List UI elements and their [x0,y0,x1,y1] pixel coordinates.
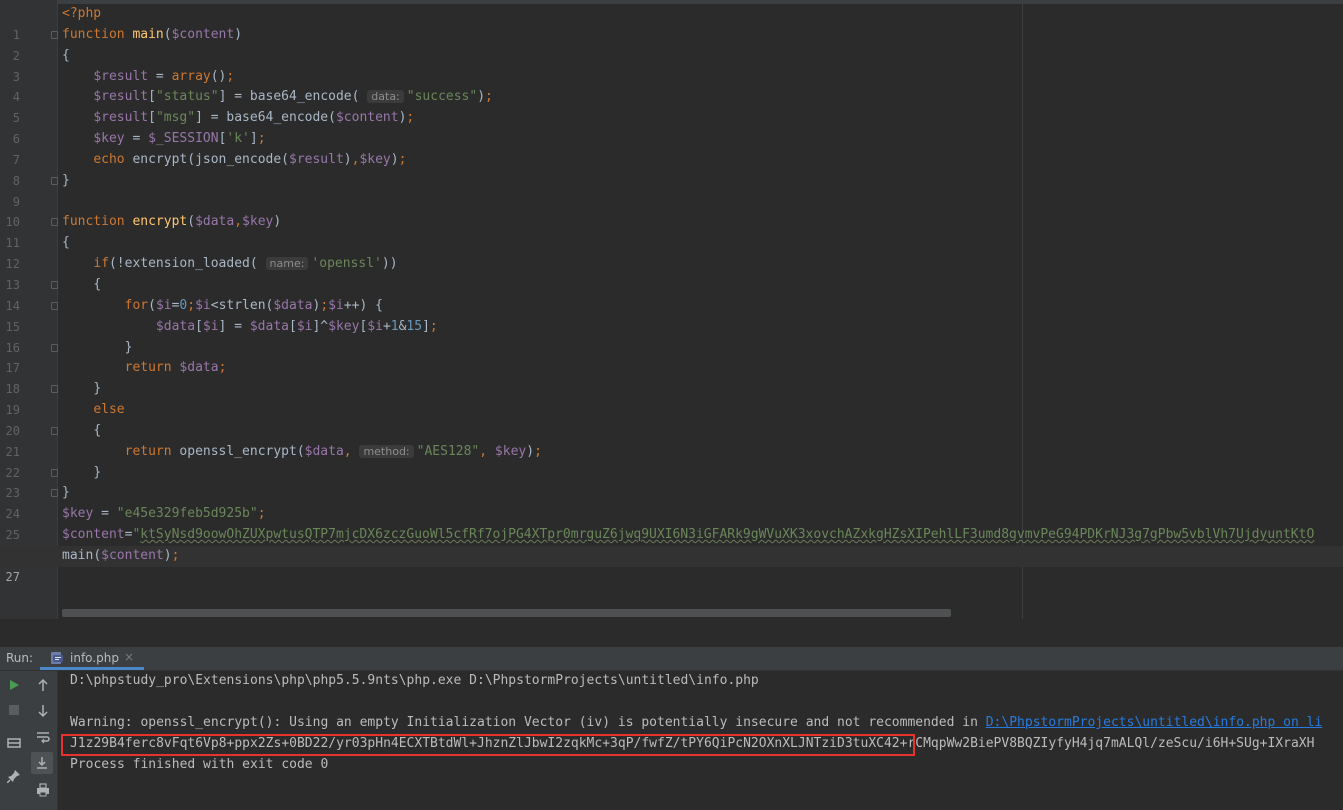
code-line-23: 23 } [0,463,1343,501]
code-editor[interactable]: 1 <?php 2 function main($content) 3 { 4 … [0,0,1343,619]
console-command-line: D:\phpstudy_pro\Extensions\php\php5.5.9n… [70,673,759,688]
arrow-up-icon [38,678,48,691]
rerun-button[interactable] [4,675,24,695]
code-line-25: 25 $key = "e45e329feb5d925b"; [0,504,1343,542]
code-line-19: 19 } [0,379,1343,417]
code-line-11: 11 function encrypt($data,$key) [0,212,1343,250]
close-icon[interactable]: × [124,650,134,664]
run-console-output[interactable]: D:\phpstudy_pro\Extensions\php\php5.5.9n… [58,671,1343,810]
code-line-24: 24 } [0,483,1343,521]
console-exit-line: Process finished with exit code 0 [70,757,329,772]
scroll-to-end-icon [37,757,47,769]
code-line-5: 5 $result["status"] = base64_encode( dat… [0,87,1343,125]
active-tab-indicator [40,667,144,670]
layout-button[interactable] [4,733,24,753]
highlight-annotation-box [61,734,915,756]
fold-marker-icon[interactable] [51,385,58,394]
parameter-hint: name: [265,257,309,271]
php-file-icon [51,652,63,664]
code-line-14: 14 { [0,275,1343,313]
fold-marker-icon[interactable] [51,489,58,498]
stop-icon [9,705,19,715]
code-line-2: 2 function main($content) [0,25,1343,63]
fold-marker-icon[interactable] [51,343,58,352]
soft-wrap-button[interactable] [33,727,53,747]
code-line-4: 4 $result = array(); [0,67,1343,105]
code-line-21: 21 { [0,421,1343,459]
parameter-hint: method: [359,444,414,458]
code-line-26: 26 $content="ktSyNsd9oowOhZUXpwtusQTP7mj… [0,525,1343,563]
fold-marker-icon[interactable] [51,176,58,185]
code-line-12: 12 { [0,233,1343,271]
code-line-10: 10 [0,192,1343,229]
code-line-27: 27 main($content); [0,545,1343,584]
fold-marker-icon[interactable] [51,218,58,227]
scroll-to-end-button[interactable] [31,752,53,774]
layout-icon [7,738,21,748]
content-string: ktSyNsd9oowOhZUXpwtusQTP7mjcDX6zczGuoWl5… [140,527,1315,543]
print-button[interactable] [33,780,53,800]
arrow-down-icon [38,705,48,718]
horizontal-scrollbar[interactable] [62,609,951,617]
run-panel-header: Run: info.php × [0,647,1343,671]
fold-marker-icon[interactable] [51,30,58,39]
play-icon [10,680,19,690]
code-line-3: 3 { [0,46,1343,84]
code-line-8: 8 echo encrypt(json_encode($result),$key… [0,150,1343,188]
console-warning-line: Warning: openssl_encrypt(): Using an emp… [70,715,1323,730]
stop-button[interactable] [4,700,24,720]
pin-tab-button[interactable] [4,766,24,786]
code-line-16: 16 $data[$i] = $data[$i]^$key[$i+1&15]; [0,317,1343,355]
code-line-7: 7 $key = $_SESSION['k']; [0,129,1343,167]
code-line-9: 9 } [0,171,1343,209]
code-line-18: 18 return $data; [0,358,1343,396]
panel-divider[interactable] [0,619,1343,647]
code-line-15: 15 for($i=0;$i<strlen($data);$i++) { [0,296,1343,334]
code-line-6: 6 $result["msg"] = base64_encode($conten… [0,108,1343,146]
code-line-13: 13 if(!extension_loaded( name:'openssl')… [0,254,1343,292]
file-link[interactable]: D:\PhpstormProjects\untitled\info.php on… [986,715,1323,730]
fold-marker-icon[interactable] [51,426,58,435]
run-tab-info-php[interactable]: info.php × [40,647,144,670]
fold-marker-icon[interactable] [51,301,58,310]
line-number: 27 [5,569,20,584]
code-line-1: 1 <?php [0,4,1343,42]
pin-icon [7,770,20,783]
parameter-hint: data: [367,90,404,104]
fold-marker-icon[interactable] [51,280,58,289]
run-toolbar [0,671,58,810]
code-line-20: 20 else [0,400,1343,438]
code-line-22: 22 return openssl_encrypt($data, method:… [0,442,1343,480]
run-label: Run: [6,651,34,665]
fold-marker-icon[interactable] [51,468,58,477]
soft-wrap-icon [37,732,50,744]
scroll-down-button[interactable] [33,701,53,721]
code-line-17: 17 } [0,338,1343,376]
run-tab-label: info.php [70,651,119,665]
scroll-up-button[interactable] [33,675,53,695]
print-icon [37,783,49,797]
